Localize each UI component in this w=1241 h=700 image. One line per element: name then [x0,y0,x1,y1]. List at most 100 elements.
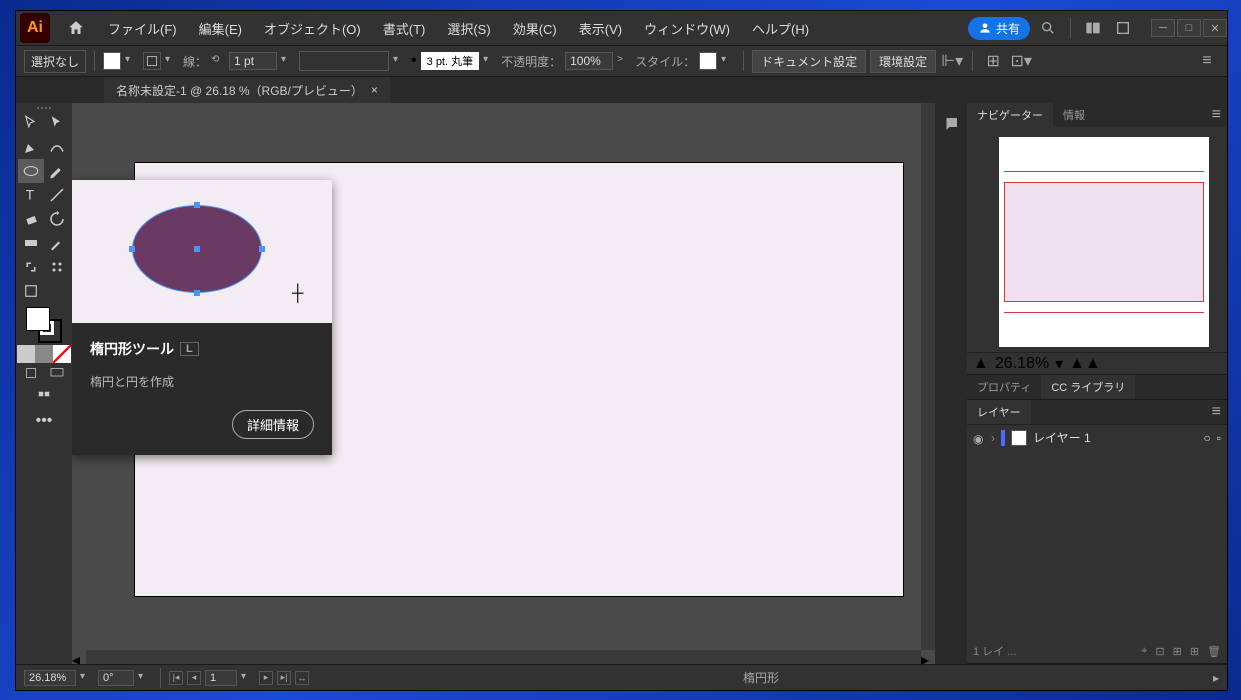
home-icon[interactable] [62,14,90,42]
chevron-down-icon[interactable]: ▾ [281,54,295,68]
fill-swatch[interactable] [103,52,121,70]
menu-edit[interactable]: 編集(E) [189,15,252,42]
gradient-tool[interactable] [18,231,44,255]
panel-menu-icon[interactable]: ≡ [1206,106,1227,124]
tab-cc-libraries[interactable]: CC ライブラリ [1041,375,1135,399]
first-artboard-icon[interactable]: |◂ [169,671,183,685]
chevron-down-icon[interactable]: ▾ [138,671,152,685]
close-tab-icon[interactable]: × [371,83,378,97]
tab-info[interactable]: 情報 [1053,103,1095,127]
selection-indicator[interactable]: 選択なし [24,50,86,73]
line-tool[interactable] [44,183,70,207]
zoom-value[interactable]: 26.18% [995,355,1049,373]
target-icon[interactable]: ○ [1203,431,1210,445]
transform-icon[interactable]: ⊞ [981,49,1005,73]
chevron-down-icon[interactable]: ▾ [393,54,407,68]
chevron-down-icon[interactable]: ▾ [125,54,139,68]
menu-icon[interactable]: ≡ [1195,49,1219,73]
symbol-sprayer-tool[interactable] [44,255,70,279]
color-mode[interactable] [17,347,35,361]
eyedropper-tool[interactable] [44,231,70,255]
menu-window[interactable]: ウィンドウ(W) [634,15,740,42]
menu-file[interactable]: ファイル(F) [98,15,187,42]
ellipse-tool[interactable] [18,159,44,183]
tab-properties[interactable]: プロパティ [967,375,1041,399]
share-button[interactable]: 共有 [968,17,1030,40]
vertical-scrollbar[interactable] [921,103,935,650]
chevron-down-icon[interactable]: ▾ [483,54,497,68]
artboard-nav-icon[interactable]: ↔ [295,671,309,685]
align-icon[interactable]: ⊩▾ [940,49,964,73]
rotate-tool[interactable] [44,207,70,231]
workspace-switcher-icon[interactable] [1081,16,1105,40]
chevron-down-icon[interactable]: ▾ [80,671,94,685]
menu-type[interactable]: 書式(T) [373,15,436,42]
selection-square[interactable]: ▫ [1217,431,1221,445]
draw-mode[interactable] [18,361,44,385]
layer-row[interactable]: ◉ › レイヤー 1 ○ ▫ [967,424,1227,450]
zoom-out-icon[interactable]: ▲ [973,355,989,373]
isolate-icon[interactable]: ⊡▾ [1009,49,1033,73]
scale-tool[interactable] [18,255,44,279]
paintbrush-tool[interactable] [44,159,70,183]
stroke-weight-input[interactable] [229,52,277,70]
menu-select[interactable]: 選択(S) [437,15,500,42]
next-artboard-icon[interactable]: ▸ [259,671,273,685]
make-sublayer-icon[interactable]: ⊞ [1173,645,1182,658]
close-button[interactable]: ✕ [1203,19,1227,37]
panel-menu-icon[interactable]: ≡ [1206,403,1227,421]
delete-icon[interactable]: 🗑 [1207,645,1221,658]
chevron-down-icon[interactable]: ▾ [721,54,735,68]
style-swatch[interactable] [699,52,717,70]
locate-icon[interactable]: ⌖ [1141,645,1147,658]
visibility-icon[interactable]: ◉ [973,432,985,444]
eraser-tool[interactable] [18,207,44,231]
chevron-down-icon[interactable]: ▾ [165,54,179,68]
stroke-swatch[interactable] [143,52,161,70]
chevron-down-icon[interactable]: ▾ [1055,354,1063,374]
menu-effect[interactable]: 効果(C) [503,15,567,42]
variable-width-profile[interactable] [299,51,389,71]
opacity-input[interactable] [565,52,613,70]
zoom-input[interactable] [24,670,76,686]
navigator-preview[interactable] [999,137,1209,347]
last-artboard-icon[interactable]: ▸| [277,671,291,685]
tab-layers[interactable]: レイヤー [967,400,1031,424]
zoom-in-icon[interactable]: ▲▲ [1069,355,1101,373]
none-mode[interactable] [53,347,71,361]
new-layer-icon[interactable]: ⊞ [1190,645,1199,658]
document-setup-button[interactable]: ドキュメント設定 [752,50,866,73]
chevron-down-icon[interactable]: ▾ [241,671,255,685]
more-tools[interactable]: ••• [31,409,57,433]
layer-name[interactable]: レイヤー 1 [1033,429,1091,446]
search-icon[interactable] [1036,16,1060,40]
pen-tool[interactable] [18,135,44,159]
status-expand-icon[interactable]: ▸ [1213,671,1219,685]
document-tab[interactable]: 名称未設定-1 @ 26.18 %（RGB/プレビュー） × [104,77,390,103]
gradient-mode[interactable] [35,347,53,361]
direct-selection-tool[interactable] [44,111,70,135]
frame-icon[interactable] [1111,16,1135,40]
menu-help[interactable]: ヘルプ(H) [742,15,819,42]
canvas-viewport[interactable]: ┼ 楕円形ツール L 楕円と円を作成 詳細情報 [72,103,935,650]
linked-icon[interactable]: ⟲ [211,54,225,68]
artboard-tool[interactable] [18,279,44,303]
selection-tool[interactable] [18,111,44,135]
fill-stroke-indicator[interactable] [26,307,62,343]
artboard-number[interactable] [205,670,237,686]
menu-view[interactable]: 表示(V) [569,15,632,42]
preferences-button[interactable]: 環境設定 [870,50,936,73]
horizontal-scrollbar[interactable]: ◂▸ [72,650,935,664]
screen-mode[interactable] [44,361,70,385]
tab-navigator[interactable]: ナビゲーター [967,103,1053,127]
comments-icon[interactable] [942,115,960,138]
maximize-button[interactable]: □ [1177,19,1201,37]
menu-object[interactable]: オブジェクト(O) [254,15,371,42]
prev-artboard-icon[interactable]: ◂ [187,671,201,685]
edit-toolbar[interactable] [31,385,57,409]
tooltip-more-button[interactable]: 詳細情報 [232,410,314,439]
minimize-button[interactable]: ─ [1151,19,1175,37]
clip-mask-icon[interactable]: ⊡ [1155,645,1164,658]
type-tool[interactable]: T [18,183,44,207]
rotation-input[interactable] [98,670,134,686]
